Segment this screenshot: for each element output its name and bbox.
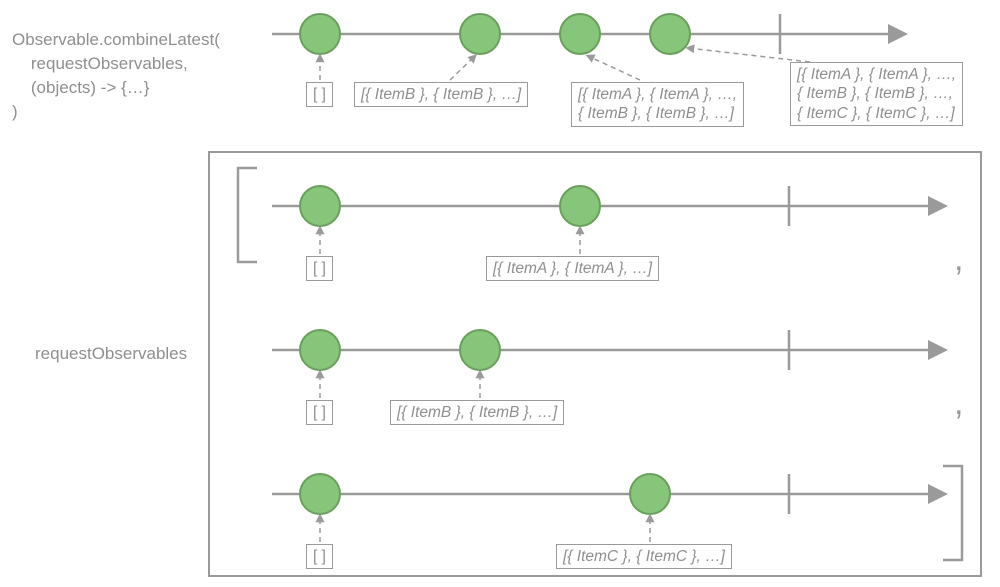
source-b-empty: [ ] bbox=[306, 400, 333, 425]
source-c-items: [{ ItemC }, { ItemC }, …] bbox=[556, 544, 732, 569]
comma-2: , bbox=[954, 384, 963, 423]
result-box-empty: [ ] bbox=[306, 82, 333, 107]
operator-line1: Observable.combineLatest( bbox=[12, 30, 220, 50]
sources-label: requestObservables bbox=[35, 344, 187, 364]
result-box-abc: [{ ItemA }, { ItemA }, …, { ItemB }, { I… bbox=[790, 62, 963, 126]
source-c-empty: [ ] bbox=[306, 544, 333, 569]
comma-1: , bbox=[954, 240, 963, 279]
source-timeline-b bbox=[272, 330, 942, 398]
source-a-items: [{ ItemA }, { ItemA }, …] bbox=[486, 256, 659, 281]
operator-line2: requestObservables, bbox=[12, 54, 188, 74]
result-box-ab: [{ ItemA }, { ItemA }, …, { ItemB }, { I… bbox=[571, 82, 744, 127]
result-box-b: [{ ItemB }, { ItemB }, …] bbox=[354, 82, 528, 107]
source-b-items: [{ ItemB }, { ItemB }, …] bbox=[390, 400, 564, 425]
operator-line3: (objects) -> {…} bbox=[12, 78, 149, 98]
source-timeline-a bbox=[272, 186, 942, 254]
source-a-empty: [ ] bbox=[306, 256, 333, 281]
operator-line4: ) bbox=[12, 102, 18, 122]
source-timeline-c bbox=[272, 474, 942, 542]
